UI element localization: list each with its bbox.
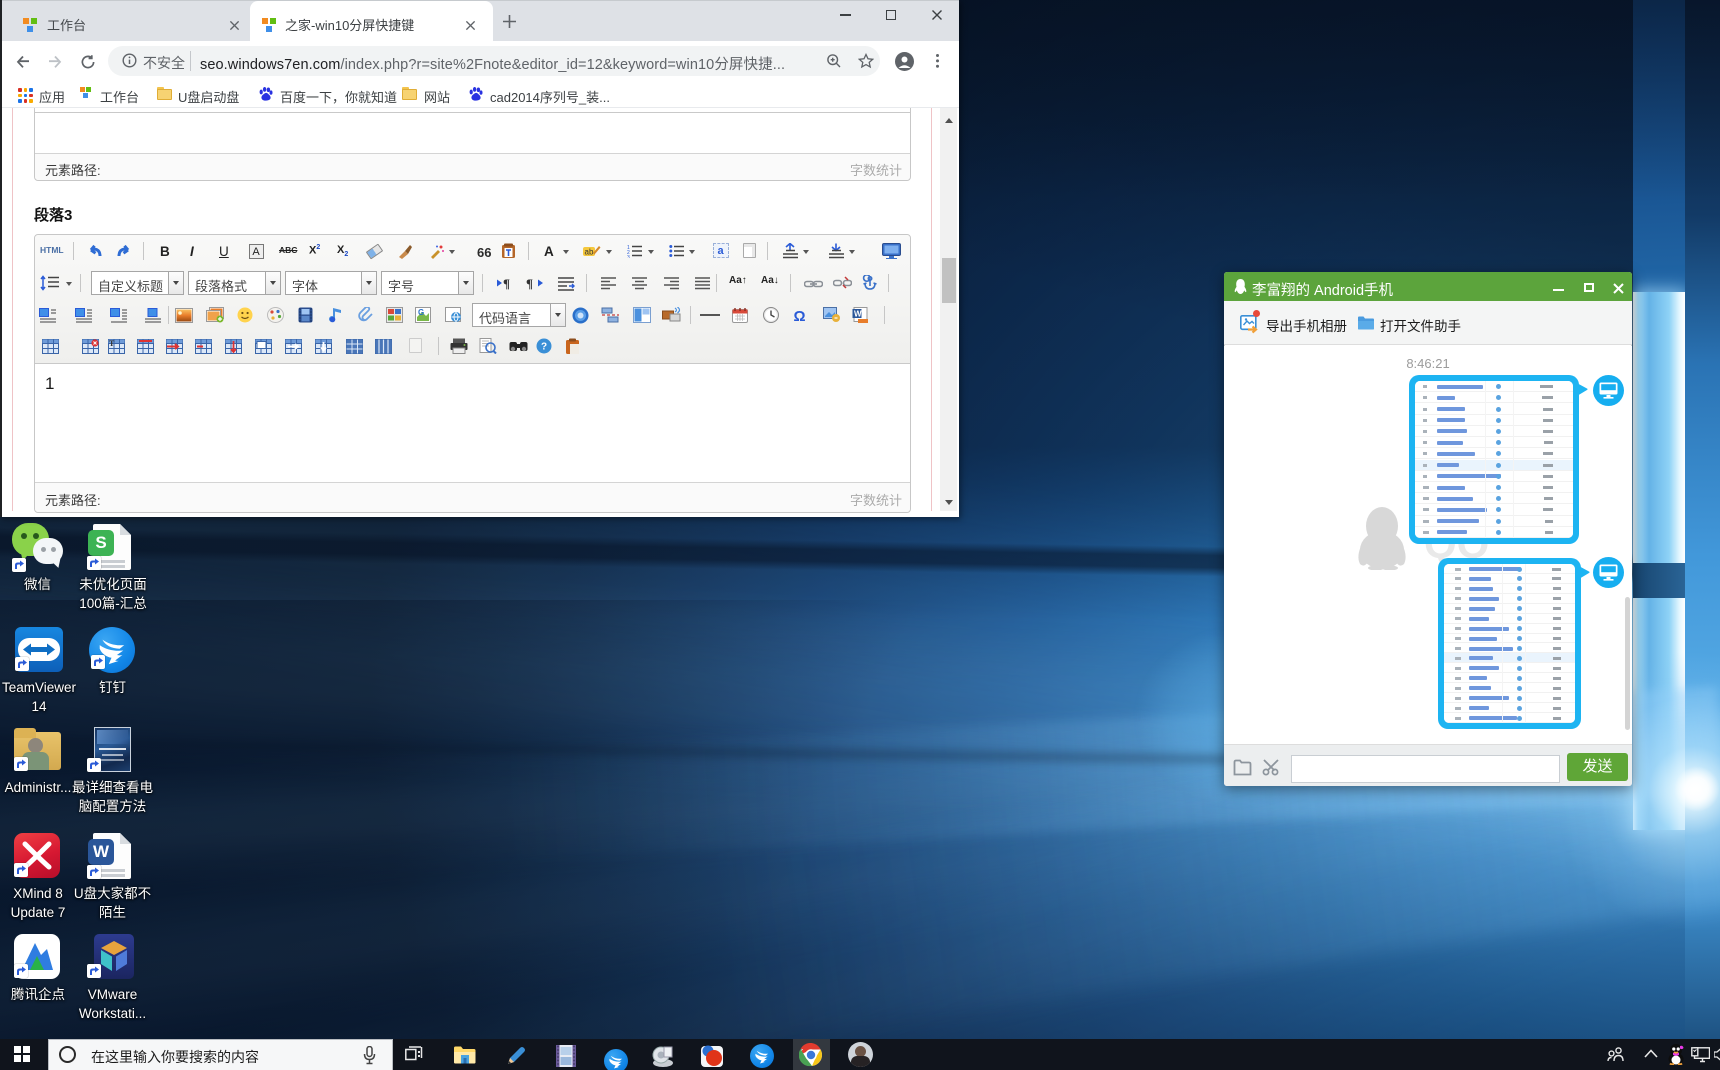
svg-text:3: 3 (627, 255, 630, 258)
svg-text:T: T (109, 339, 115, 348)
svg-text:?: ? (541, 342, 547, 353)
svg-text:¶: ¶ (503, 276, 510, 290)
svg-text:ab: ab (585, 247, 594, 256)
svg-text:W: W (854, 309, 862, 318)
svg-text:G: G (418, 308, 424, 317)
svg-text:¶: ¶ (526, 276, 533, 290)
